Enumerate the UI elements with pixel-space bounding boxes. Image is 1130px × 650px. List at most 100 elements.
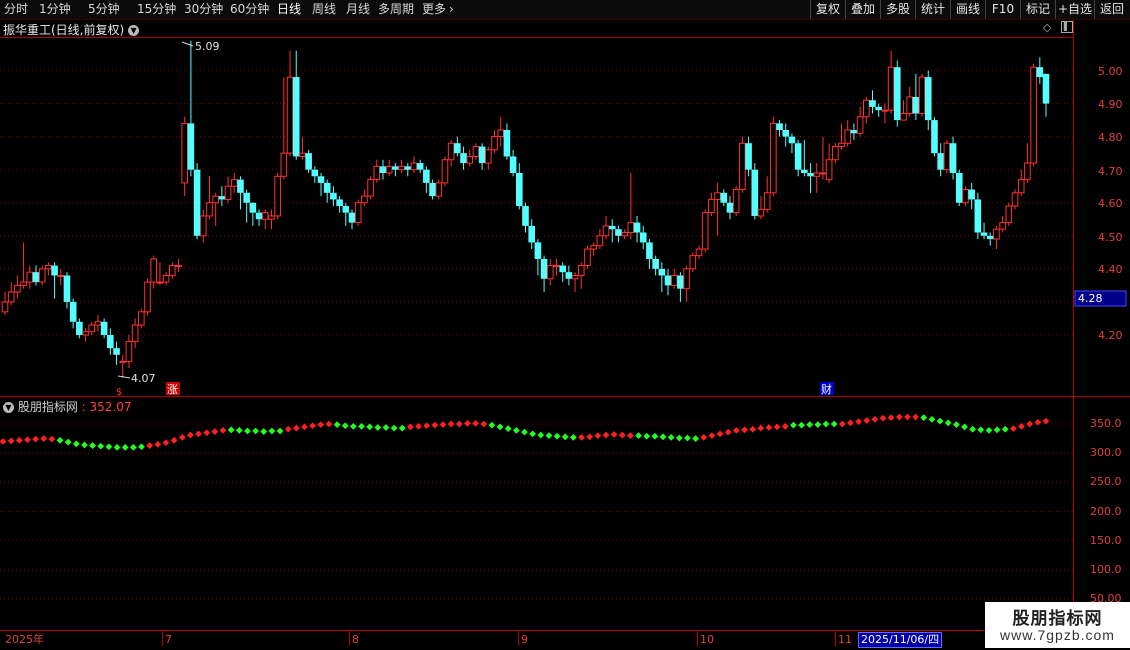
indicator-dot	[618, 431, 626, 439]
add-watchlist-button[interactable]: +自选	[1055, 0, 1094, 19]
candle	[516, 163, 523, 210]
candle-body	[292, 77, 300, 157]
candle-body	[454, 143, 461, 154]
candle	[206, 176, 213, 220]
indicator-tick: 200.0	[1090, 505, 1122, 518]
low-arrow-icon	[117, 375, 131, 379]
candle-body	[652, 258, 659, 269]
candle-body	[1011, 192, 1019, 207]
candle	[181, 116, 188, 197]
candle-body	[739, 142, 746, 191]
indicator-dot	[659, 433, 667, 441]
candle	[924, 70, 932, 131]
tab-5min[interactable]: 5分钟	[88, 2, 120, 17]
candle	[1036, 57, 1044, 84]
tab-more[interactable]: 更多 ›	[422, 2, 454, 17]
candle-body	[608, 225, 616, 230]
tab-timeshare[interactable]: 分时	[4, 2, 28, 17]
candle-body	[441, 159, 449, 184]
mark-button[interactable]: 标记	[1020, 0, 1055, 19]
panel-toggle-icon[interactable]: ▌	[1061, 21, 1073, 33]
multi-stock-button[interactable]: 多股	[880, 0, 915, 19]
candle-body	[621, 231, 628, 237]
candle	[801, 139, 808, 177]
indicator-dot	[407, 423, 414, 431]
cursor-date-label: 2025/11/06/四	[858, 632, 943, 648]
tab-60min[interactable]: 60分钟	[230, 2, 269, 17]
candle-body	[280, 152, 288, 177]
candle-body	[410, 162, 418, 171]
candle-body	[460, 153, 467, 164]
candle	[416, 159, 424, 173]
candle-body	[516, 172, 523, 207]
restore-rights-button[interactable]: 复权	[810, 0, 845, 19]
tab-daily[interactable]: 日线	[277, 2, 301, 17]
rise-badge[interactable]: 涨	[167, 383, 178, 396]
candle	[441, 156, 449, 187]
candle-body	[100, 321, 108, 335]
indicator-dot	[40, 435, 48, 442]
candle	[305, 149, 312, 173]
indicator-dot	[211, 428, 219, 435]
tab-weekly[interactable]: 周线	[312, 2, 336, 17]
indicator-dot	[358, 422, 365, 430]
tab-multi-period[interactable]: 多周期	[378, 2, 414, 17]
candle-body	[540, 258, 548, 279]
chevron-down-icon[interactable]: ▼	[3, 402, 14, 413]
tab-1min[interactable]: 1分钟	[39, 2, 71, 17]
candle	[367, 176, 374, 200]
candle-body	[485, 149, 492, 164]
candle-body	[206, 202, 213, 217]
price-grid	[0, 70, 1073, 336]
time-label: 10	[700, 633, 714, 646]
candle	[652, 255, 659, 276]
candle-body	[199, 215, 207, 237]
back-button[interactable]: 返回	[1094, 0, 1129, 19]
candle	[664, 268, 672, 296]
indicator-dot	[488, 421, 496, 429]
tab-15min[interactable]: 15分钟	[137, 2, 176, 17]
candle	[534, 239, 542, 276]
candle-body	[342, 206, 350, 213]
indicator-dot	[830, 420, 838, 428]
candle	[485, 146, 492, 170]
candle-body	[169, 265, 176, 276]
candle-body	[770, 122, 777, 194]
indicator-dot	[993, 426, 1001, 434]
indicator-tick: 300.0	[1090, 446, 1122, 459]
statistics-button[interactable]: 统计	[915, 0, 950, 19]
high-label: 5.09	[195, 40, 220, 53]
candle	[745, 136, 752, 177]
indicator-dot	[89, 442, 97, 449]
indicator-dot	[969, 425, 977, 433]
candle-body	[379, 166, 387, 173]
candle-body	[912, 96, 920, 114]
tab-monthly[interactable]: 月线	[346, 2, 370, 17]
overlay-button[interactable]: 叠加	[845, 0, 880, 19]
candle-body	[113, 348, 120, 355]
tab-30min[interactable]: 30分钟	[184, 2, 223, 17]
candle-body	[243, 192, 250, 203]
candle	[169, 262, 176, 279]
candle	[825, 143, 833, 183]
candle	[980, 222, 988, 240]
candle	[757, 196, 765, 220]
candle-body	[955, 172, 963, 203]
annotations: 5.09 4.07 涨 $ 财	[116, 40, 834, 398]
candle	[794, 139, 802, 177]
candle	[726, 196, 734, 220]
indicator-dot	[480, 420, 488, 428]
candle-body	[299, 152, 306, 157]
watermark: 股朋指标网 www.7gpzb.com	[985, 602, 1130, 648]
candle	[404, 163, 412, 177]
f10-button[interactable]: F10	[985, 0, 1020, 19]
diamond-icon[interactable]: ◇	[1043, 21, 1051, 34]
chevron-down-icon[interactable]: ▼	[128, 25, 140, 36]
indicator-dot	[496, 423, 504, 431]
candle	[100, 318, 108, 339]
finance-badge[interactable]: 财	[821, 382, 832, 396]
draw-line-button[interactable]: 画线	[950, 0, 985, 19]
kline-chart[interactable]: 5.00 4.90 4.80 4.70 4.60 4.50 4.40 4.20 …	[0, 0, 1130, 650]
candle-body	[435, 182, 443, 197]
indicator-dot	[757, 424, 765, 432]
